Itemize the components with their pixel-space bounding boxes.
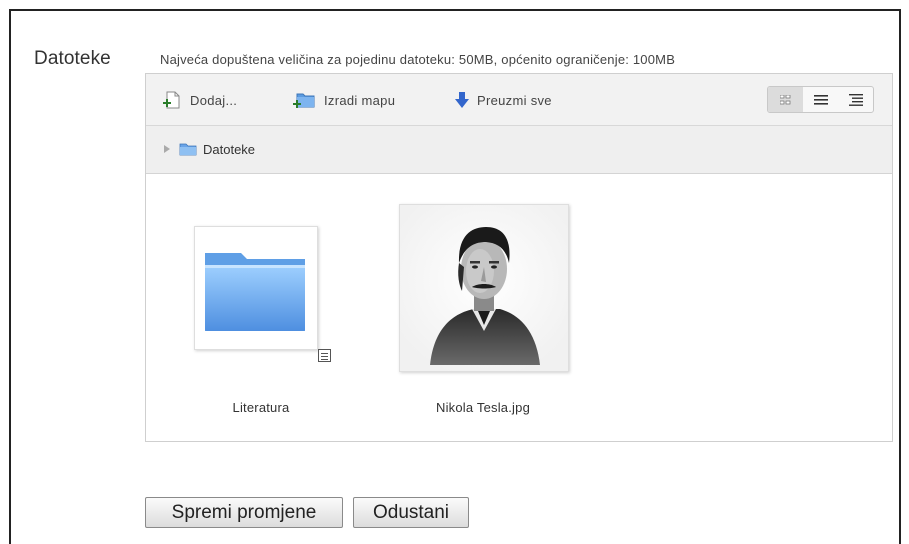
add-file-icon bbox=[163, 91, 180, 109]
folder-large-icon bbox=[205, 253, 305, 331]
folder-thumbnail bbox=[194, 226, 318, 350]
files-field-label: Datoteke bbox=[34, 48, 111, 69]
add-file-button[interactable]: Dodaj... bbox=[162, 89, 237, 111]
add-file-label: Dodaj... bbox=[190, 92, 238, 108]
create-folder-label: Izradi mapu bbox=[324, 92, 396, 108]
file-manager: Dodaj... Izradi mapu Preuzmi sve Datotek… bbox=[145, 73, 893, 442]
grid-view-icon bbox=[779, 94, 790, 104]
breadcrumb-root-label: Datoteke bbox=[203, 141, 256, 157]
file-name-folder: Literatura bbox=[232, 400, 290, 415]
view-mode-switcher bbox=[767, 86, 874, 113]
list-view-icon bbox=[813, 94, 828, 105]
file-tile-folder[interactable]: Literatura bbox=[186, 224, 336, 424]
file-name-image: Nikola Tesla.jpg bbox=[435, 400, 530, 415]
file-manager-toolbar: Dodaj... Izradi mapu Preuzmi sve bbox=[146, 74, 892, 126]
view-list-button[interactable] bbox=[803, 87, 838, 112]
download-all-label: Preuzmi sve bbox=[477, 92, 552, 108]
file-tile-image[interactable]: Nikola Tesla.jpg bbox=[383, 202, 569, 432]
tree-view-icon bbox=[848, 93, 863, 106]
create-folder-button[interactable]: Izradi mapu bbox=[292, 89, 395, 111]
upload-limits-text: Najveća dopuštena veličina za pojedinu d… bbox=[160, 52, 676, 67]
path-bar: Datoteke bbox=[146, 126, 892, 174]
file-context-menu-icon[interactable] bbox=[318, 349, 331, 362]
portrait-image bbox=[400, 205, 568, 371]
view-icons-button[interactable] bbox=[768, 87, 803, 112]
download-arrow-icon bbox=[455, 92, 469, 108]
download-all-button[interactable]: Preuzmi sve bbox=[455, 89, 552, 111]
image-thumbnail bbox=[399, 204, 569, 372]
cancel-button[interactable]: Odustani bbox=[353, 497, 469, 528]
save-changes-button[interactable]: Spremi promjene bbox=[145, 497, 343, 528]
expand-arrow-icon bbox=[164, 145, 170, 153]
new-folder-icon bbox=[293, 93, 315, 108]
breadcrumb-root[interactable]: Datoteke bbox=[164, 139, 255, 159]
folder-icon bbox=[179, 143, 197, 156]
view-tree-button[interactable] bbox=[838, 87, 873, 112]
